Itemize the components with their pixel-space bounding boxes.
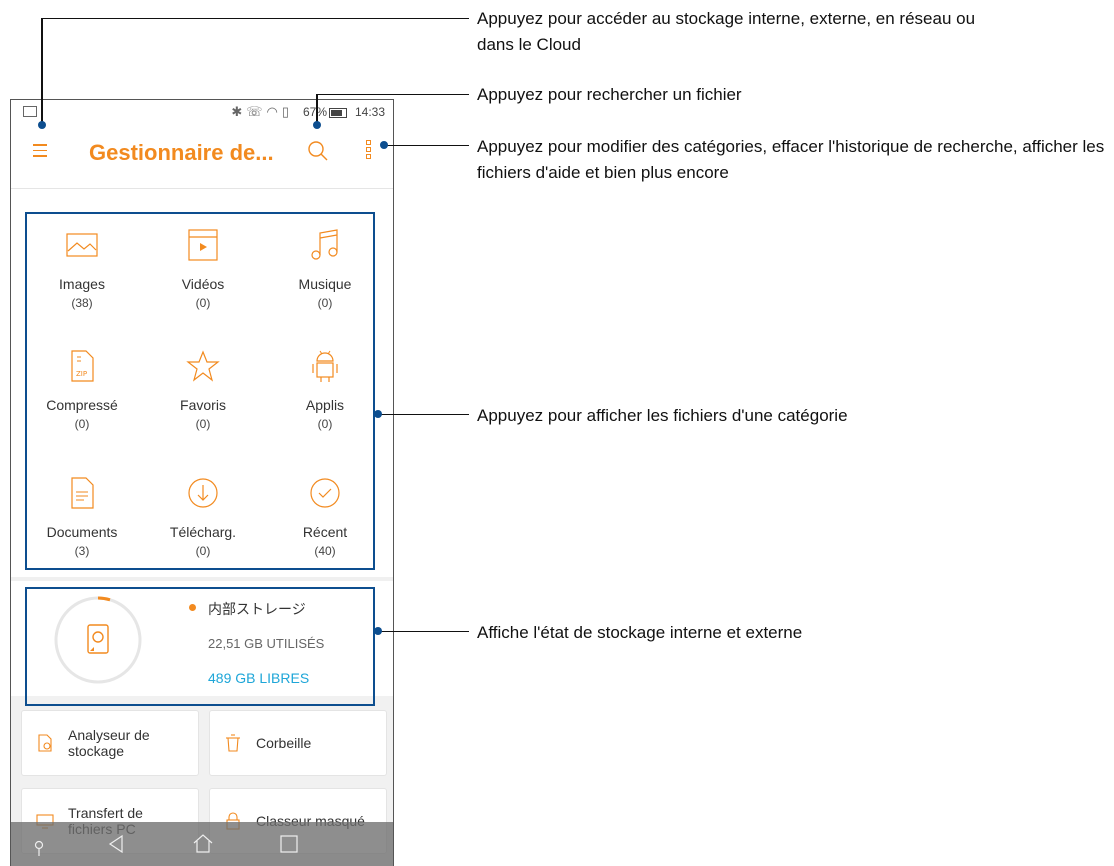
callout-dot bbox=[374, 410, 382, 418]
back-icon[interactable] bbox=[107, 834, 125, 854]
pin-icon[interactable] bbox=[33, 840, 45, 858]
more-options-icon[interactable] bbox=[366, 140, 372, 162]
callout-storage-status: Affiche l'état de stockage interne et ex… bbox=[477, 623, 803, 642]
menu-drawer-icon[interactable] bbox=[33, 144, 47, 158]
battery-indicator: 67% bbox=[303, 105, 347, 119]
callout-dot bbox=[380, 141, 388, 149]
wifi-icon: ◠ bbox=[266, 104, 282, 119]
callout-line bbox=[384, 145, 469, 146]
callout-dot bbox=[374, 627, 382, 635]
storage-highlight-box bbox=[25, 587, 375, 706]
sim-icon: ▯ bbox=[281, 104, 293, 119]
callout-line bbox=[41, 18, 469, 19]
tool-label: Analyseur de stockage bbox=[68, 727, 150, 759]
trash-button[interactable]: Corbeille bbox=[209, 710, 387, 776]
gallery-notification-icon bbox=[23, 106, 37, 117]
divider bbox=[11, 577, 393, 581]
storage-analyzer-icon bbox=[38, 734, 52, 752]
callout-line bbox=[316, 94, 318, 124]
battery-level: 67 bbox=[302, 105, 317, 119]
tool-label: Corbeille bbox=[256, 735, 312, 751]
callout-dot bbox=[313, 121, 321, 129]
app-bar: Gestionnaire de... bbox=[11, 124, 393, 180]
callout-search: Appuyez pour rechercher un fichier bbox=[477, 85, 742, 104]
divider bbox=[11, 188, 393, 189]
status-bar: ✱☏◠▯ 67% 14:33 bbox=[11, 100, 393, 124]
categories-highlight-box bbox=[25, 212, 375, 570]
callout-line bbox=[378, 414, 469, 415]
storage-analyzer-button[interactable]: Analyseur de stockage bbox=[21, 710, 199, 776]
status-icons: ✱☏◠▯ bbox=[231, 104, 293, 120]
search-icon[interactable] bbox=[307, 140, 329, 162]
navigation-bar bbox=[11, 822, 393, 866]
recent-apps-icon[interactable] bbox=[279, 834, 299, 854]
callout-line bbox=[316, 94, 469, 95]
callout-line bbox=[378, 631, 469, 632]
app-title: Gestionnaire de... bbox=[89, 140, 274, 165]
clock: 14:33 bbox=[354, 105, 385, 119]
callout-dot bbox=[38, 121, 46, 129]
home-icon[interactable] bbox=[192, 832, 214, 854]
battery-icon bbox=[329, 107, 347, 118]
call-icon: ☏ bbox=[246, 104, 267, 119]
callout-line bbox=[41, 18, 43, 124]
trash-icon bbox=[226, 734, 240, 752]
callout-menu: Appuyez pour modifier des catégories, ef… bbox=[477, 137, 1105, 182]
callout-categories: Appuyez pour afficher les fichiers d'une… bbox=[477, 406, 848, 425]
bluetooth-icon: ✱ bbox=[231, 104, 247, 119]
callout-storage-access: Appuyez pour accéder au stockage interne… bbox=[477, 9, 976, 54]
